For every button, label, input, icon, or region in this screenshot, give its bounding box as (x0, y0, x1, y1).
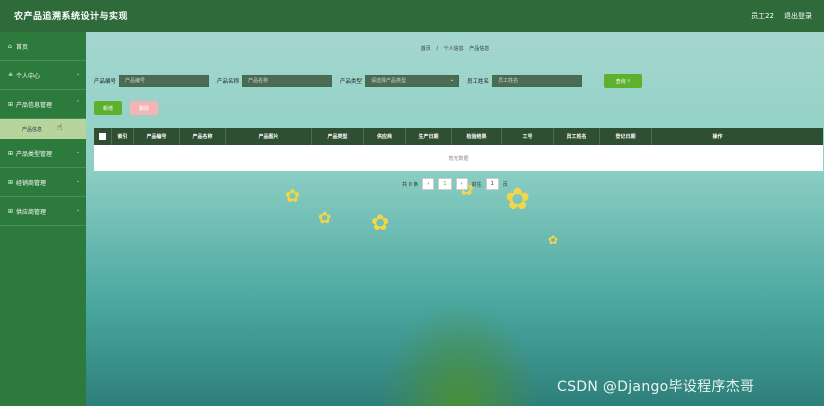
name-label: 产品名称 (217, 79, 240, 85)
grid-icon: ⊞ (8, 178, 14, 186)
chevron-down-icon: ⌄ (75, 149, 80, 155)
column-header: 工号 (502, 128, 554, 145)
empty-state: 暂无数据 (94, 145, 823, 171)
grass-decoration (380, 300, 540, 406)
sidebar-item-dealer[interactable]: ⊞ 经销商管理 ⌄ (0, 168, 86, 197)
chevron-down-icon: ⌄ (75, 178, 80, 184)
code-label: 产品编号 (94, 79, 117, 85)
sidebar-item-product-info[interactable]: ⊞ 产品信息管理 ⌃ (0, 90, 86, 119)
grid-icon: ⊞ (8, 207, 14, 215)
breadcrumb-current: 产品信息 (469, 46, 490, 52)
search-icon: ⌕ (627, 78, 631, 84)
column-header: 检验结果 (452, 128, 502, 145)
action-bar: 新增 删除 (94, 101, 158, 115)
column-header: 索引 (112, 128, 134, 145)
goto-page-input[interactable]: 1 (485, 178, 499, 190)
flower-decoration: ✿ (548, 233, 559, 247)
column-header: 员工姓名 (554, 128, 600, 145)
sidebar-item-label: 经销商管理 (16, 179, 47, 187)
column-header: 生产日期 (406, 128, 452, 145)
sidebar: ⌂ 首页 ≗ 个人中心 ⌄ ⊞ 产品信息管理 ⌃ 产品信息 ☝ ⊞ 产品类型管理… (0, 32, 86, 406)
column-header: 产品图片 (226, 128, 312, 145)
sidebar-item-label: 个人中心 (16, 72, 41, 80)
staff-input[interactable]: 员工姓名 (492, 75, 583, 87)
breadcrumb-personal[interactable]: 个人信息 (444, 46, 464, 52)
sidebar-subitem-product[interactable]: 产品信息 ☝ (0, 119, 86, 139)
checkbox[interactable] (99, 133, 106, 140)
type-select[interactable]: 请选择产品类型 (365, 75, 460, 87)
sidebar-item-label: 供应商管理 (16, 208, 47, 216)
column-header: 供应商 (364, 128, 406, 145)
flower-decoration: ✿ (285, 186, 301, 207)
type-label: 产品类型 (340, 79, 363, 85)
page-number[interactable]: 1 (438, 178, 452, 190)
watermark: CSDN @Django毕设程序杰哥 (557, 379, 755, 395)
code-input[interactable]: 产品编号 (119, 75, 210, 87)
grid-icon: ⊞ (8, 149, 14, 157)
select-all-checkbox[interactable] (94, 128, 112, 145)
add-button[interactable]: 新增 (94, 101, 122, 115)
sidebar-item-supplier[interactable]: ⊞ 供应商管理 ⌄ (0, 197, 86, 226)
column-header: 登记日期 (600, 128, 652, 145)
user-name: 员工22 (751, 12, 774, 20)
search-button-label: 查询 (615, 78, 626, 85)
breadcrumb-separator: / (436, 46, 439, 52)
column-header: 产品名称 (180, 128, 226, 145)
column-header: 产品编号 (134, 128, 180, 145)
top-bar: 农产品追溯系统设计与实现 员工22 退出登录 (0, 0, 824, 32)
search-button[interactable]: 查询 ⌕ (604, 74, 643, 88)
chevron-down-icon: ⌄ (75, 207, 80, 213)
delete-button[interactable]: 删除 (130, 101, 158, 115)
name-input[interactable]: 产品名称 (242, 75, 333, 87)
breadcrumb: 首页 / 个人信息 产品信息 (0, 45, 824, 52)
column-header: 操作 (712, 134, 723, 140)
flower-decoration: ✿ (505, 182, 531, 217)
page-unit: 页 (502, 181, 508, 188)
logout-link[interactable]: 退出登录 (784, 11, 812, 21)
sidebar-item-label: 产品类型管理 (16, 150, 53, 158)
person-icon: ≗ (8, 71, 14, 79)
pagination: 共 0 条 ‹ 1 › 前往 1 页 (402, 178, 508, 190)
sidebar-item-label: 产品信息管理 (16, 101, 53, 109)
staff-label: 员工姓名 (467, 79, 490, 85)
hand-cursor-icon: ☝ (57, 123, 63, 133)
column-header: 产品类型 (312, 128, 364, 145)
sidebar-item-personal[interactable]: ≗ 个人中心 ⌄ (0, 61, 86, 90)
app-title: 农产品追溯系统设计与实现 (14, 12, 129, 22)
sidebar-item-product-type[interactable]: ⊞ 产品类型管理 ⌄ (0, 139, 86, 168)
flower-decoration: ✿ (371, 211, 390, 236)
chevron-up-icon: ⌃ (75, 100, 80, 106)
breadcrumb-home[interactable]: 首页 (421, 46, 431, 52)
table-header: 索引 产品编号 产品名称 产品图片 产品类型 供应商 生产日期 检验结果 工号 … (94, 128, 823, 145)
chevron-down-icon: ⌄ (75, 71, 80, 77)
total-count: 共 0 条 (402, 181, 419, 188)
search-filters: 产品编号 产品编号 产品名称 产品名称 产品类型 请选择产品类型 员工姓名 员工… (94, 74, 643, 88)
next-page-button[interactable]: › (455, 178, 468, 190)
grid-icon: ⊞ (8, 100, 14, 108)
data-table: 索引 产品编号 产品名称 产品图片 产品类型 供应商 生产日期 检验结果 工号 … (94, 128, 823, 171)
goto-label: 前往 (471, 181, 482, 188)
sidebar-subitem-label: 产品信息 (22, 126, 43, 133)
prev-page-button[interactable]: ‹ (422, 178, 435, 190)
flower-decoration: ✿ (318, 208, 332, 227)
